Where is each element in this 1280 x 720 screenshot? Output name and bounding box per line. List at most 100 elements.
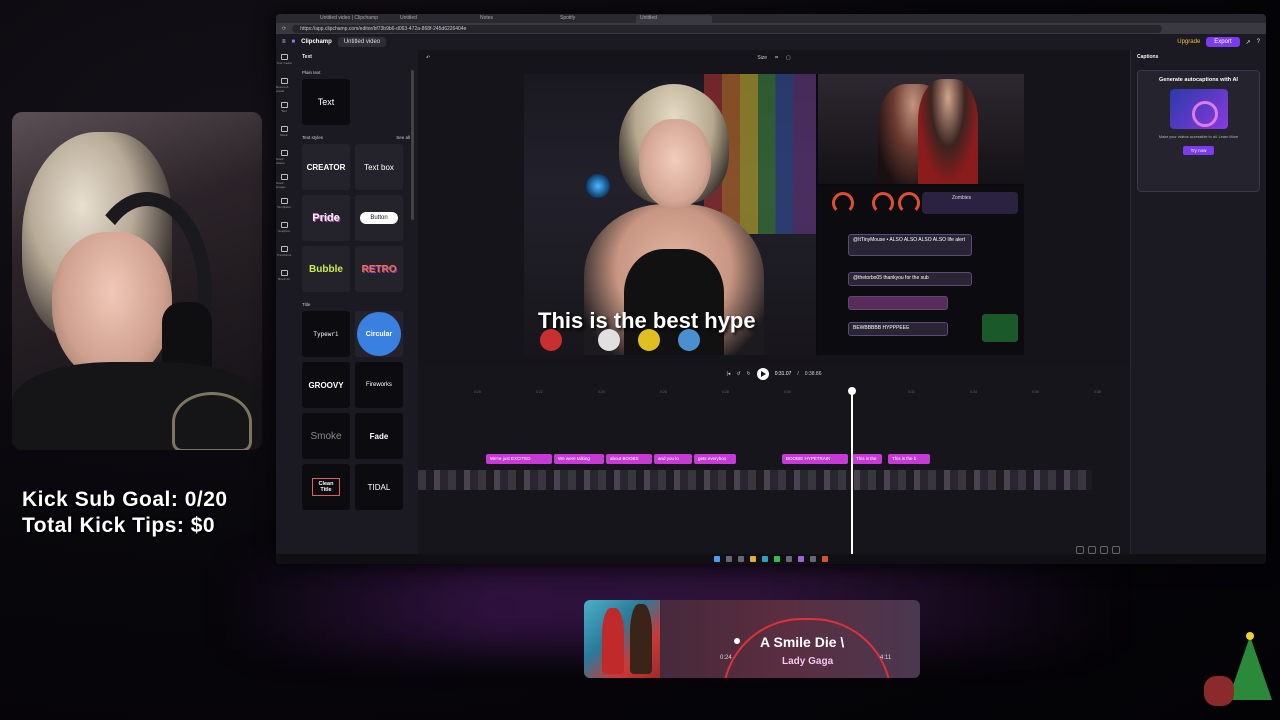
- image-icon: [280, 174, 288, 180]
- time-ruler[interactable]: 0:20 0:22 0:24 0:26 0:28 0:30 0:32 0:34 …: [418, 388, 1130, 396]
- templates-icon: [280, 198, 288, 204]
- undo-icon[interactable]: ↶: [426, 55, 430, 61]
- gauge-icon: [872, 192, 894, 214]
- panel-scrollbar[interactable]: [411, 70, 414, 220]
- star-icon: [1246, 632, 1254, 640]
- app-icon[interactable]: [786, 556, 792, 562]
- skip-back-icon[interactable]: |◂: [727, 371, 731, 377]
- size-button[interactable]: Size: [757, 55, 767, 61]
- url-input[interactable]: https://app.clipchamp.com/editor/bf73b9b…: [292, 24, 1163, 33]
- app-icon[interactable]: [798, 556, 804, 562]
- style-button[interactable]: Button: [355, 195, 403, 241]
- preview-stickers: [538, 329, 718, 355]
- style-pride[interactable]: Pride: [302, 195, 350, 241]
- title-fireworks[interactable]: Fireworks: [355, 362, 403, 408]
- preview-main-cam: This is the best hype: [524, 74, 816, 355]
- try-now-button[interactable]: Try now: [1182, 146, 1215, 155]
- title-typewriter[interactable]: Typewri: [302, 311, 350, 357]
- video-title-input[interactable]: Untitled video: [337, 37, 387, 47]
- text-icon: [280, 102, 288, 108]
- caption-clip[interactable]: We're just EXCITED: [486, 454, 552, 464]
- caption-clip[interactable]: gets everyboo: [694, 454, 736, 464]
- see-all-link[interactable]: See all: [396, 135, 410, 140]
- preview-area: ↶ Size ⌗ ▢ This is the best hype Zombies…: [418, 50, 1130, 366]
- browser-tab-active[interactable]: Untitled: [636, 15, 712, 23]
- browser-tabbar: Untitled video | Clipchamp Untitled Note…: [276, 14, 1266, 23]
- kick-sub-goal: Kick Sub Goal: 0/20: [22, 488, 228, 511]
- style-bubble[interactable]: Bubble: [302, 246, 350, 292]
- zoom-in-icon[interactable]: [1088, 546, 1096, 554]
- crop-icon[interactable]: ⌗: [775, 55, 778, 61]
- rail-item-brand-kit[interactable]: Brand kit: [276, 266, 292, 290]
- browser-tab[interactable]: Untitled: [396, 15, 472, 23]
- app-icon[interactable]: [822, 556, 828, 562]
- zoom-out-icon[interactable]: [1076, 546, 1084, 554]
- spotify-icon[interactable]: [774, 556, 780, 562]
- tree-shape: [1228, 636, 1272, 700]
- caption-clip[interactable]: This is the: [852, 454, 882, 464]
- play-button[interactable]: [756, 368, 769, 380]
- expand-icon[interactable]: [1112, 546, 1120, 554]
- share-icon[interactable]: ↗: [1246, 39, 1251, 46]
- christmas-tree-icon: [1204, 632, 1272, 712]
- browser-tab[interactable]: Notes: [476, 15, 552, 23]
- ruler-tick: 0:38: [1094, 390, 1101, 394]
- fit-timeline-icon[interactable]: [1100, 546, 1108, 554]
- rail-item-templates[interactable]: Templates: [276, 194, 292, 218]
- ruler-tick: 0:22: [536, 390, 543, 394]
- caption-clip[interactable]: BOOBIE HYPETRAIN: [782, 454, 848, 464]
- style-text-box[interactable]: Text box: [355, 144, 403, 190]
- rail-item-record[interactable]: Record & create: [276, 74, 292, 98]
- rail-item-media[interactable]: Your media: [276, 50, 292, 74]
- reload-icon[interactable]: ⟳: [282, 26, 286, 32]
- elapsed-time: 0:24: [720, 655, 732, 661]
- hoodie-logo: [172, 392, 252, 450]
- title-clean[interactable]: Clean Title: [302, 464, 350, 510]
- start-icon[interactable]: [714, 556, 720, 562]
- rail-item-graphics[interactable]: Graphics: [276, 218, 292, 242]
- rail-item-text[interactable]: Text: [276, 98, 292, 122]
- rail-item-music[interactable]: Music: [276, 122, 292, 146]
- ruler-tick: 0:30: [784, 390, 791, 394]
- browser-icon[interactable]: [762, 556, 768, 562]
- help-icon[interactable]: ?: [1257, 39, 1260, 45]
- brand-kit-icon: [280, 270, 288, 276]
- ruler-tick: 0:24: [598, 390, 605, 394]
- rewind-icon[interactable]: ↺: [736, 371, 740, 377]
- title-tidal[interactable]: TIDAL: [355, 464, 403, 510]
- caption-clip[interactable]: This is the b: [888, 454, 930, 464]
- caption-clip[interactable]: and you lo: [654, 454, 692, 464]
- taskview-icon[interactable]: [738, 556, 744, 562]
- title-circular[interactable]: Circular: [355, 311, 403, 357]
- current-time: 0:31.07: [774, 371, 792, 377]
- rail-item-stock-images[interactable]: Stock images: [276, 170, 292, 194]
- export-button[interactable]: Export: [1206, 37, 1240, 47]
- browser-tab[interactable]: Spotify: [556, 15, 632, 23]
- style-retro[interactable]: RETRO: [355, 246, 403, 292]
- style-creator[interactable]: CREATOR: [302, 144, 350, 190]
- fit-icon[interactable]: ▢: [786, 55, 791, 61]
- title-smoke[interactable]: Smoke: [302, 413, 350, 459]
- rail-item-transitions[interactable]: Transitions: [276, 242, 292, 266]
- search-icon[interactable]: [726, 556, 732, 562]
- forward-icon[interactable]: ↻: [747, 371, 751, 377]
- menu-icon[interactable]: ≡: [282, 39, 286, 45]
- video-track[interactable]: [418, 470, 1092, 490]
- app-icon[interactable]: [810, 556, 816, 562]
- playhead[interactable]: [848, 387, 856, 564]
- caption-clip[interactable]: about BOOBS: [606, 454, 652, 464]
- upgrade-button[interactable]: Upgrade: [1177, 39, 1200, 45]
- title-fade[interactable]: Fade: [355, 413, 403, 459]
- caption-clip[interactable]: We were talking: [554, 454, 604, 464]
- graphics-icon: [280, 222, 288, 228]
- plain-text-tile[interactable]: Text: [302, 79, 350, 125]
- ruler-tick: 0:20: [474, 390, 481, 394]
- browser-tab[interactable]: Untitled video | Clipchamp: [316, 15, 392, 23]
- rail-item-stock-video[interactable]: Stock videos: [276, 146, 292, 170]
- screen-capture: Untitled video | Clipchamp Untitled Note…: [276, 14, 1266, 564]
- autocaptions-card: Generate autocaptions with AI Make your …: [1137, 70, 1260, 192]
- title-groovy[interactable]: GROOVY: [302, 362, 350, 408]
- penguin-icon: [678, 329, 700, 351]
- video-preview[interactable]: This is the best hype Zombies @ItTinyMou…: [524, 74, 1024, 355]
- explorer-icon[interactable]: [750, 556, 756, 562]
